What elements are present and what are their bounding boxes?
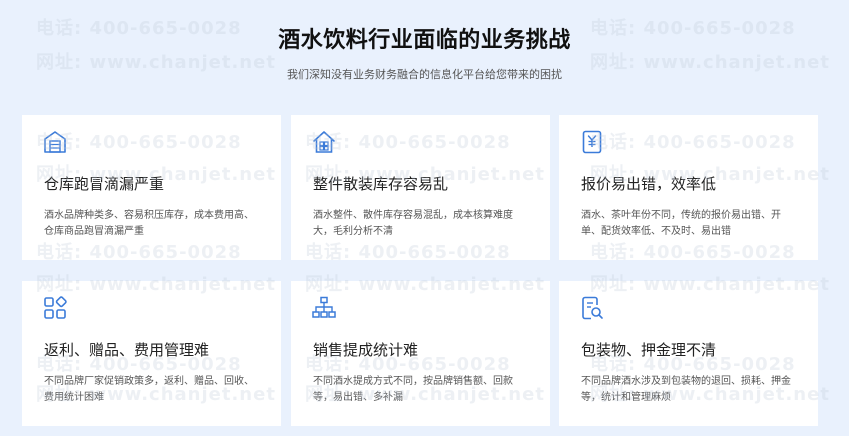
card-description: 酒水、茶叶年份不同，传统的报价易出错、开单、配货效率低、不及时、易出错: [581, 210, 781, 237]
org-tree-icon: [312, 296, 336, 318]
card-description: 酒水整件、散件库存容易混乱，成本核算难度大，毛利分析不清: [313, 210, 513, 237]
challenge-card-inventory: 整件散装库存容易乱 酒水整件、散件库存容易混乱，成本核算难度大，毛利分析不清: [291, 115, 550, 260]
challenge-card-rebates: 返利、赠品、费用管理难 不同品牌厂家促销政策多，返利、赠品、回收、费用统计困难: [22, 281, 281, 426]
price-doc-icon: [582, 130, 602, 154]
page-title: 酒水饮料行业面临的业务挑战: [278, 28, 571, 53]
card-description: 酒水品牌种类多、容易积压库存，成本费用高、仓库商品跑冒滴漏严重: [44, 210, 254, 237]
card-title: 销售提成统计难: [313, 341, 419, 359]
card-title: 包装物、押金理不清: [581, 341, 717, 359]
card-description: 不同品牌酒水涉及到包装物的退回、损耗、押金等，统计和管理麻烦: [581, 376, 791, 403]
page-subtitle: 我们深知没有业务财务融合的信息化平台给您带来的困扰: [287, 68, 562, 81]
card-title: 整件散装库存容易乱: [313, 175, 449, 193]
card-description: 不同酒水提成方式不同，按品牌销售额、回款等，易出错、多补漏: [313, 376, 513, 403]
challenge-card-pricing: 报价易出错，效率低 酒水、茶叶年份不同，传统的报价易出错、开单、配货效率低、不及…: [559, 115, 818, 260]
apps-grid-icon: [44, 296, 67, 319]
challenge-card-warehouse: 仓库跑冒滴漏严重 酒水品牌种类多、容易积压库存，成本费用高、仓库商品跑冒滴漏严重: [22, 115, 281, 260]
warehouse-icon: [44, 131, 66, 153]
card-title: 报价易出错，效率低: [581, 175, 717, 193]
challenge-card-packaging: 包装物、押金理不清 不同品牌酒水涉及到包装物的退回、损耗、押金等，统计和管理麻烦: [559, 281, 818, 426]
doc-search-icon: [582, 296, 603, 320]
card-description: 不同品牌厂家促销政策多，返利、赠品、回收、费用统计困难: [44, 376, 254, 403]
card-title: 返利、赠品、费用管理难: [44, 341, 210, 359]
card-title: 仓库跑冒滴漏严重: [44, 175, 165, 193]
page-header: 酒水饮料行业面临的业务挑战 我们深知没有业务财务融合的信息化平台给您带来的困扰: [0, 0, 849, 100]
home-boxes-icon: [313, 131, 335, 153]
challenge-card-commission: 销售提成统计难 不同酒水提成方式不同，按品牌销售额、回款等，易出错、多补漏: [291, 281, 550, 426]
